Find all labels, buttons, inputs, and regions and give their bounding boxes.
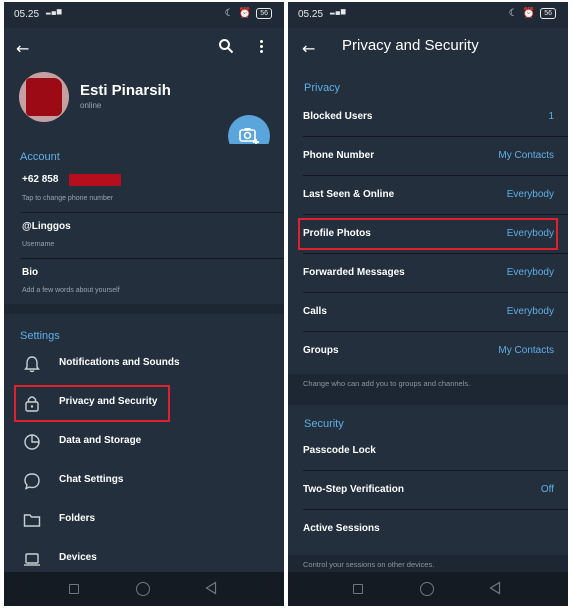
redacted-phone	[69, 174, 121, 186]
privacy-item-label: Groups	[303, 345, 339, 356]
bio[interactable]: Bio	[22, 267, 38, 278]
privacy-item-value: 1	[548, 111, 554, 122]
privacy-security-screen: 05.25 ▂▄▆ ☾ ⏰ 56 ← Privacy and Security …	[288, 2, 568, 606]
back-arrow-icon[interactable]: ←	[16, 39, 29, 58]
signal-icon: ▂▄▆	[46, 9, 63, 15]
camera-add-icon	[239, 128, 259, 145]
alarm-icon: ⏰	[238, 8, 252, 19]
status-icons: ☾ ⏰ 56	[509, 8, 556, 19]
status-time: 05.25	[14, 9, 40, 20]
settings-item-notifications[interactable]: Notifications and Sounds	[4, 344, 284, 383]
settings-item-folders[interactable]: Folders	[4, 500, 284, 539]
status-icons: ☾ ⏰ 56	[225, 8, 272, 19]
bio-hint: Add a few words about yourself	[22, 287, 120, 294]
divider	[20, 212, 284, 213]
back-triangle-icon[interactable]	[489, 581, 501, 595]
settings-item-data[interactable]: Data and Storage	[4, 422, 284, 461]
telegram-settings-screen: 05.25 ▂▄▆ ☾ ⏰ 56 ← Esti Pinarsih online …	[4, 2, 284, 606]
battery-icon: 56	[540, 8, 556, 19]
account-title: Account	[20, 151, 60, 163]
battery-icon: 56	[256, 8, 272, 19]
settings-item-label: Data and Storage	[59, 435, 142, 446]
status-bar: 05.25 ▂▄▆ ☾ ⏰ 56	[288, 2, 568, 28]
username[interactable]: @Linggos	[22, 221, 71, 232]
highlight-box	[14, 385, 170, 422]
recents-button[interactable]	[69, 584, 79, 594]
more-options-icon[interactable]	[257, 40, 265, 56]
signal-icon: ▂▄▆	[330, 9, 347, 15]
highlight-box	[298, 218, 558, 250]
security-item-passcode-lock[interactable]: Passcode Lock	[288, 432, 568, 471]
back-triangle-icon[interactable]	[205, 581, 217, 595]
alarm-icon: ⏰	[522, 8, 536, 19]
pie-chart-icon	[24, 434, 40, 450]
privacy-item-label: Calls	[303, 306, 327, 317]
status-bar: 05.25 ▂▄▆ ☾ ⏰ 56	[4, 2, 284, 28]
security-item-value: Off	[540, 484, 554, 495]
privacy-item-value: My Contacts	[498, 345, 554, 356]
groups-hint: Change who can add you to groups and cha…	[303, 379, 471, 388]
recents-button[interactable]	[353, 584, 363, 594]
security-item-label: Passcode Lock	[303, 445, 376, 456]
navigation-bar	[288, 572, 568, 606]
privacy-item-blocked-users[interactable]: Blocked Users 1	[288, 98, 568, 137]
privacy-item-phone-number[interactable]: Phone Number My Contacts	[288, 137, 568, 176]
privacy-item-calls[interactable]: Calls Everybody	[288, 293, 568, 332]
security-title: Security	[304, 418, 344, 430]
security-item-label: Active Sessions	[303, 523, 380, 534]
home-button[interactable]	[420, 582, 434, 596]
moon-icon: ☾	[224, 8, 234, 19]
profile-name: Esti Pinarsih	[80, 82, 171, 99]
avatar[interactable]	[19, 72, 69, 122]
status-time: 05.25	[298, 9, 324, 20]
search-icon[interactable]	[218, 38, 234, 54]
privacy-item-label: Last Seen & Online	[303, 189, 395, 200]
home-button[interactable]	[136, 582, 150, 596]
privacy-item-label: Blocked Users	[303, 111, 373, 122]
privacy-item-groups[interactable]: Groups My Contacts	[288, 332, 568, 371]
page-title: Privacy and Security	[342, 37, 479, 54]
divider	[20, 258, 284, 259]
phone-number[interactable]: +62 858	[22, 174, 58, 185]
sessions-hint: Control your sessions on other devices.	[303, 560, 435, 569]
settings-title: Settings	[20, 330, 60, 342]
security-item-two-step[interactable]: Two-Step Verification Off	[288, 471, 568, 510]
privacy-title: Privacy	[304, 82, 341, 94]
privacy-item-label: Phone Number	[303, 150, 375, 161]
chat-bubble-icon	[24, 473, 40, 490]
settings-item-label: Chat Settings	[59, 474, 124, 485]
security-item-label: Two-Step Verification	[303, 484, 404, 495]
bell-icon	[24, 356, 40, 373]
settings-item-label: Devices	[59, 552, 97, 563]
folder-icon	[23, 514, 41, 527]
moon-icon: ☾	[508, 8, 518, 19]
security-item-active-sessions[interactable]: Active Sessions	[288, 510, 568, 549]
privacy-item-label: Forwarded Messages	[303, 267, 405, 278]
privacy-item-value: Everybody	[506, 306, 554, 317]
laptop-icon	[24, 553, 40, 566]
privacy-item-last-seen[interactable]: Last Seen & Online Everybody	[288, 176, 568, 215]
privacy-item-value: My Contacts	[498, 150, 554, 161]
settings-item-label: Folders	[59, 513, 96, 524]
settings-item-label: Notifications and Sounds	[59, 357, 180, 368]
username-label: Username	[22, 241, 55, 248]
privacy-item-forwarded-messages[interactable]: Forwarded Messages Everybody	[288, 254, 568, 293]
profile-status: online	[80, 101, 102, 110]
phone-hint: Tap to change phone number	[22, 195, 114, 202]
navigation-bar	[4, 572, 284, 606]
back-arrow-icon[interactable]: ←	[302, 39, 315, 58]
privacy-item-value: Everybody	[506, 267, 554, 278]
settings-item-chat[interactable]: Chat Settings	[4, 461, 284, 500]
privacy-item-value: Everybody	[506, 189, 554, 200]
